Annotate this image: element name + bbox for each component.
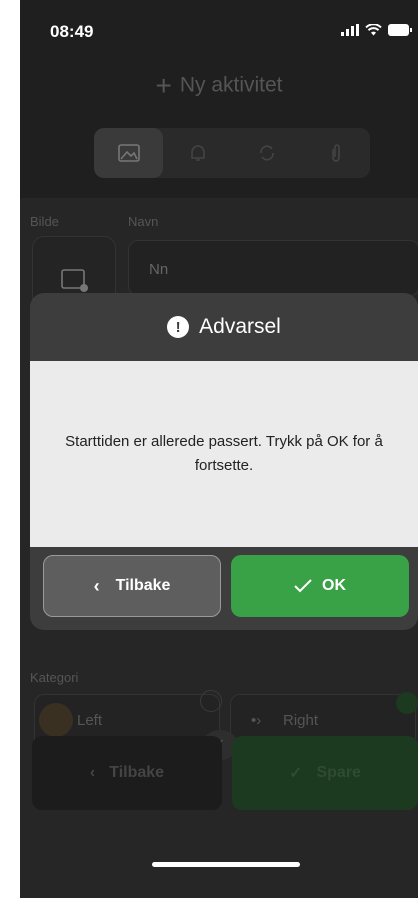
- wifi-icon: [365, 24, 382, 36]
- back-button[interactable]: ‹ Tilbake: [32, 736, 222, 810]
- tab-repeat[interactable]: [232, 128, 301, 178]
- dialog-title: Advarsel: [199, 315, 281, 338]
- save-button[interactable]: ✓ Spare: [232, 736, 418, 810]
- status-time: 08:49: [50, 22, 94, 41]
- avatar: [39, 703, 73, 737]
- status-bar: 08:49: [20, 0, 418, 60]
- radio-left[interactable]: [200, 690, 222, 712]
- tab-image[interactable]: [94, 128, 163, 178]
- dialog-back-button[interactable]: ‹ Tilbake: [43, 555, 221, 617]
- radio-right[interactable]: [396, 692, 418, 714]
- phone-screen: 08:49 + Ny aktivitet Bilde Navn Nn Kateg…: [20, 0, 418, 898]
- chevron-left-icon: ‹: [93, 575, 100, 596]
- check-icon: ✓: [289, 765, 303, 782]
- plus-icon: +: [155, 70, 172, 101]
- category-label: Kategori: [30, 670, 79, 685]
- dialog-ok-button[interactable]: OK: [231, 555, 409, 617]
- bell-icon: [190, 145, 205, 161]
- battery-icon: [388, 24, 412, 36]
- dialog-message: Starttiden er allerede passert. Trykk på…: [65, 433, 383, 474]
- alert-icon: !: [167, 316, 190, 338]
- name-field[interactable]: Nn: [128, 240, 418, 296]
- image-icon: [117, 144, 140, 162]
- repeat-icon: [259, 145, 274, 161]
- dialog-header: ! Advarsel: [30, 293, 418, 361]
- tab-attachment[interactable]: [301, 128, 370, 178]
- status-icons: [341, 24, 412, 36]
- activity-tabs: [94, 128, 370, 178]
- chevron-left-icon: ‹: [89, 764, 96, 781]
- check-icon: [294, 579, 312, 593]
- signal-icon: [341, 24, 359, 36]
- dialog-back-label: Tilbake: [115, 577, 171, 594]
- page-header: + Ny aktivitet: [20, 70, 418, 110]
- home-indicator: [152, 862, 300, 867]
- dialog-ok-label: OK: [322, 577, 346, 594]
- tab-alarm[interactable]: [163, 128, 232, 178]
- add-image-icon: [61, 269, 88, 292]
- warning-dialog: ! Advarsel Starttiden er allerede passer…: [30, 293, 418, 630]
- arrow-icon: •›: [251, 712, 262, 729]
- paperclip-icon: [331, 144, 340, 162]
- name-label: Navn: [128, 214, 159, 229]
- page-title: Ny aktivitet: [179, 73, 283, 97]
- image-label: Bilde: [30, 214, 59, 229]
- dialog-body: Starttiden er allerede passert. Trykk på…: [30, 361, 418, 547]
